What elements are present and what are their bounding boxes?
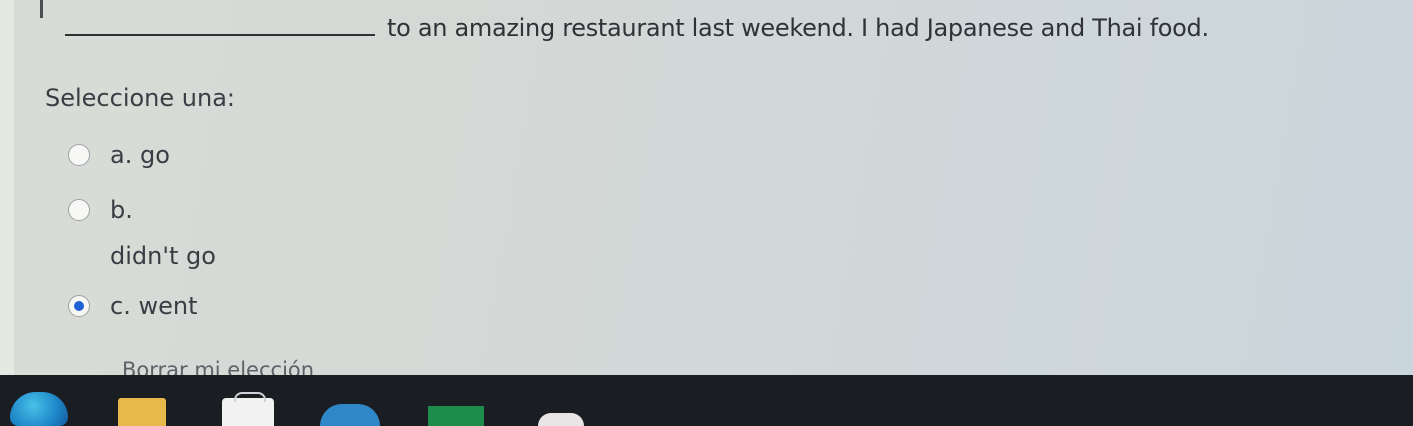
radio-c-selected[interactable] (68, 295, 90, 317)
file-explorer-icon[interactable] (118, 398, 166, 426)
option-b-text: didn't go (110, 242, 216, 270)
radio-b[interactable] (68, 199, 90, 221)
option-c[interactable]: c. went (68, 292, 197, 320)
option-a[interactable]: a. go (68, 141, 170, 169)
question-sentence: to an amazing restaurant last weekend. I… (65, 14, 1413, 54)
option-c-text: went (138, 292, 198, 320)
select-prompt: Seleccione una: (45, 84, 235, 112)
option-a-text: go (139, 141, 170, 169)
page-edge-marker (40, 0, 43, 18)
store-icon[interactable] (222, 392, 274, 426)
option-a-letter: a. (110, 141, 133, 169)
option-b[interactable]: b. (68, 196, 133, 224)
app-icon[interactable] (538, 413, 584, 426)
app-icon[interactable] (428, 406, 484, 426)
option-a-label: a. go (110, 141, 170, 169)
app-icon[interactable] (320, 404, 380, 426)
option-c-label: c. went (110, 292, 197, 320)
radio-dot (74, 301, 84, 311)
taskbar (0, 375, 1413, 426)
answer-blank (65, 34, 375, 36)
option-b-letter: b. (110, 196, 133, 224)
radio-a[interactable] (68, 144, 90, 166)
left-edge (0, 0, 14, 375)
question-text: to an amazing restaurant last weekend. I… (387, 14, 1209, 42)
option-c-letter: c. (110, 292, 131, 320)
